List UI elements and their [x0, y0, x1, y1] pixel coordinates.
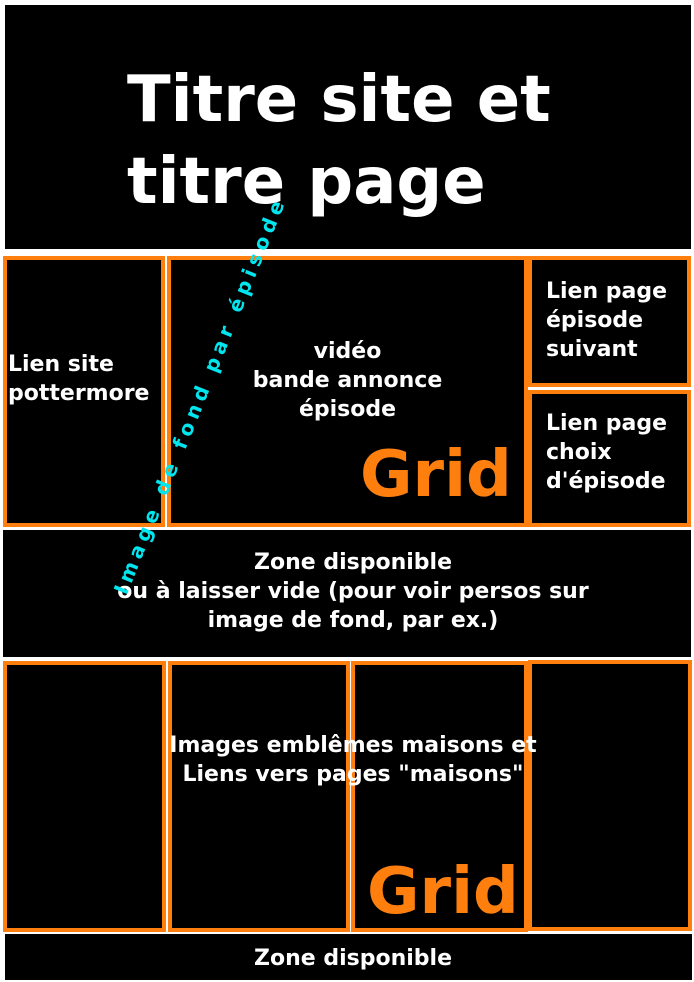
next-episode-line2[interactable]: épisode	[546, 306, 643, 335]
free-zone-1-line1: Zone disponible	[254, 550, 452, 575]
houses-text-line1: Images emblêmes maisons et	[169, 733, 537, 758]
next-episode-line1[interactable]: Lien page	[546, 277, 667, 306]
page-title-line1: Titre site et	[127, 63, 551, 137]
choose-episode-line1[interactable]: Lien page	[546, 409, 667, 438]
houses-text-line2: Liens vers pages "maisons"	[182, 762, 524, 787]
pottermore-link-line2[interactable]: pottermore	[8, 379, 149, 408]
house-cell-2[interactable]	[168, 661, 350, 932]
pottermore-link-line1[interactable]: Lien site	[8, 350, 114, 379]
next-episode-line3[interactable]: suivant	[546, 335, 638, 364]
choose-episode-line2[interactable]: choix	[546, 438, 612, 467]
house-cell-1[interactable]	[3, 661, 166, 932]
grid-label-houses: Grid	[367, 855, 519, 929]
grid-label-row1: Grid	[360, 438, 512, 512]
video-label-line3: épisode	[298, 397, 397, 422]
choose-episode-line3[interactable]: d'épisode	[546, 467, 666, 496]
free-zone-2-label: Zone disponible	[254, 946, 452, 971]
house-cell-4[interactable]	[528, 660, 692, 931]
page-title-line2: titre page	[127, 145, 486, 219]
free-zone-1-line3: image de fond, par ex.)	[207, 608, 499, 633]
